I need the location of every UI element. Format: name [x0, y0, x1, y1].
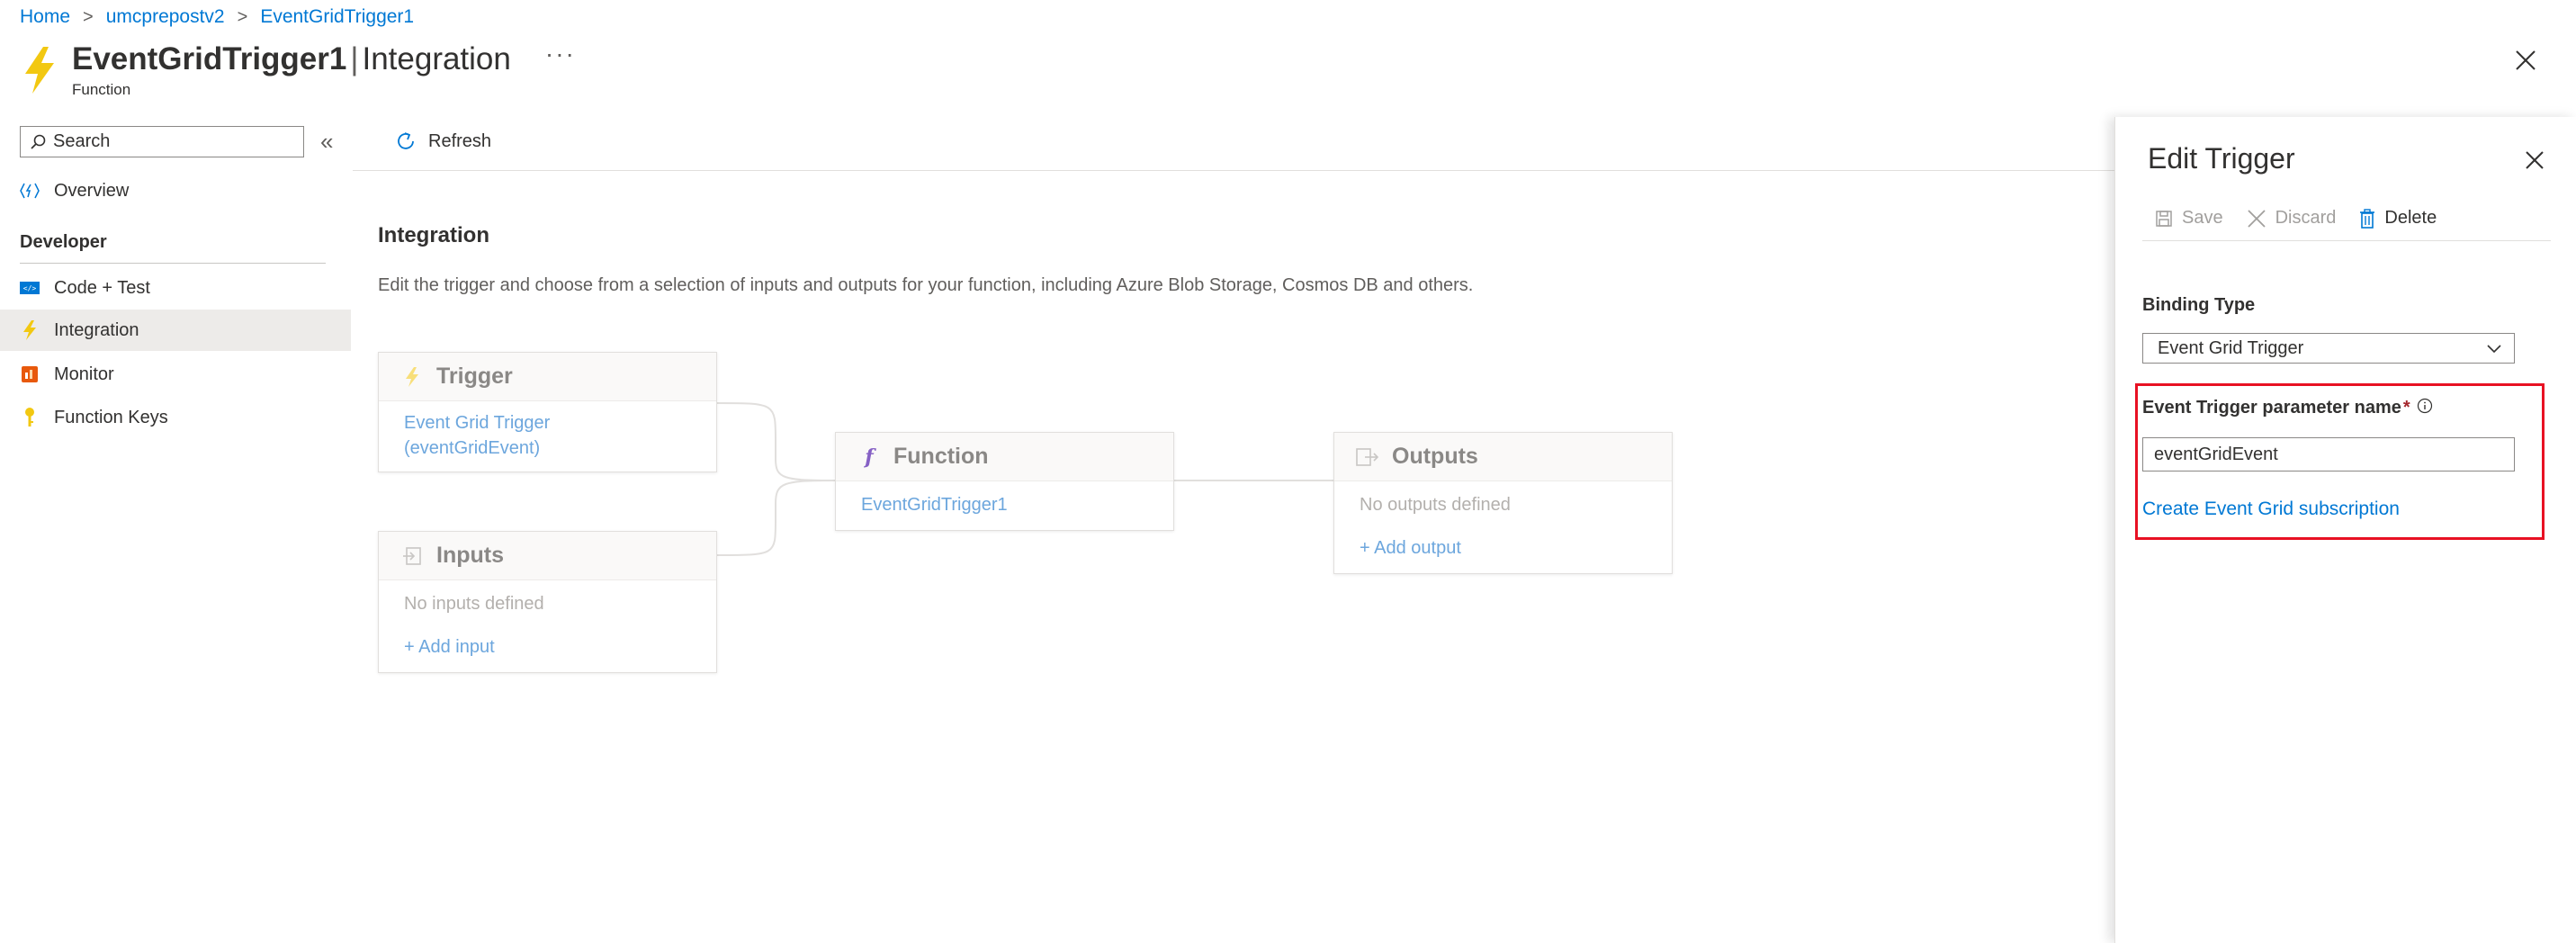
- sidebar-item-overview[interactable]: Overview: [0, 170, 351, 211]
- no-inputs-text: No inputs defined: [404, 594, 544, 614]
- close-icon[interactable]: [2514, 49, 2537, 72]
- key-icon: [20, 408, 40, 427]
- function-card-title: Function: [893, 444, 989, 469]
- collapse-sidebar-button[interactable]: «: [320, 130, 333, 153]
- sidebar-divider: [20, 263, 326, 264]
- refresh-icon: [398, 132, 414, 149]
- code-icon: </>: [20, 278, 40, 298]
- sidebar-item-label: Code + Test: [54, 277, 150, 298]
- search-icon: [31, 134, 46, 149]
- lightning-icon: [400, 365, 424, 389]
- discard-label: Discard: [2275, 208, 2337, 228]
- breadcrumb-separator: >: [237, 6, 248, 27]
- section-description: Edit the trigger and choose from a selec…: [378, 275, 1474, 295]
- search-placeholder: Search: [53, 131, 111, 151]
- outputs-card-title: Outputs: [1392, 444, 1478, 469]
- discard-icon: [2247, 209, 2266, 228]
- input-icon: [400, 544, 424, 568]
- delete-label: Delete: [2384, 208, 2437, 228]
- trigger-card-title: Trigger: [436, 364, 513, 389]
- binding-type-dropdown[interactable]: Event Grid Trigger: [2142, 333, 2515, 364]
- sidebar-item-function-keys[interactable]: Function Keys: [0, 397, 351, 438]
- lightning-icon: [25, 47, 54, 94]
- save-button[interactable]: Save: [2155, 208, 2223, 229]
- refresh-button[interactable]: Refresh: [394, 130, 491, 153]
- page-name: Integration: [362, 41, 511, 76]
- command-bar: Refresh: [353, 122, 2116, 171]
- binding-type-value: Event Grid Trigger: [2158, 337, 2304, 358]
- inputs-card: Inputs No inputs defined + Add input: [378, 531, 717, 673]
- edit-panel-title: Edit Trigger: [2148, 142, 2295, 175]
- sidebar-search-input[interactable]: Search: [20, 126, 304, 157]
- sidebar-item-label: Function Keys: [54, 407, 168, 427]
- sidebar-section-header: Developer: [20, 232, 107, 252]
- sidebar-item-label: Integration: [54, 319, 139, 340]
- discard-button[interactable]: Discard: [2247, 208, 2337, 229]
- edit-panel-toolbar: Save Discard Delete: [2142, 196, 2551, 241]
- breadcrumb-home-link[interactable]: Home: [20, 6, 70, 28]
- save-label: Save: [2182, 208, 2223, 228]
- sidebar-item-label: Monitor: [54, 364, 114, 384]
- more-options-button[interactable]: ···: [545, 40, 576, 68]
- close-icon[interactable]: [2524, 149, 2545, 171]
- param-name-input[interactable]: eventGridEvent: [2142, 437, 2515, 472]
- trigger-binding-name: Event Grid Trigger: [404, 413, 551, 433]
- outputs-card: Outputs No outputs defined + Add output: [1333, 432, 1673, 574]
- sidebar-item-monitor[interactable]: Monitor: [0, 354, 351, 395]
- breadcrumb-separator: >: [83, 6, 94, 27]
- refresh-label: Refresh: [428, 130, 492, 151]
- function-card: f Function EventGridTrigger1: [835, 432, 1174, 531]
- monitor-icon: [20, 364, 40, 384]
- breadcrumb: Home > umcprepostv2 > EventGridTrigger1: [20, 4, 414, 31]
- binding-type-label: Binding Type: [2142, 295, 2256, 315]
- edit-trigger-panel: Edit Trigger Save Discard Delete Binding…: [2114, 117, 2576, 943]
- add-output-link[interactable]: + Add output: [1360, 535, 1647, 561]
- breadcrumb-function-link[interactable]: EventGridTrigger1: [260, 6, 414, 28]
- svg-text:</>: </>: [23, 284, 37, 292]
- add-input-link[interactable]: + Add input: [404, 634, 691, 660]
- lightning-icon: [20, 320, 40, 340]
- trigger-binding-link[interactable]: Event Grid Trigger (eventGridEvent): [404, 410, 691, 461]
- function-link[interactable]: EventGridTrigger1: [861, 492, 1148, 517]
- create-event-grid-subscription-link[interactable]: Create Event Grid subscription: [2142, 498, 2400, 520]
- trigger-card: Trigger Event Grid Trigger (eventGridEve…: [378, 352, 717, 472]
- required-indicator: *: [2402, 398, 2410, 418]
- info-icon[interactable]: [2417, 398, 2433, 414]
- no-outputs-text: No outputs defined: [1360, 495, 1511, 515]
- page-title: EventGridTrigger1 | Integration: [72, 40, 511, 79]
- page-header: EventGridTrigger1 | Integration Function ·…: [20, 40, 576, 99]
- chevron-down-icon: [2487, 345, 2501, 354]
- trigger-binding-parameter: (eventGridEvent): [404, 438, 541, 458]
- inputs-card-title: Inputs: [436, 543, 504, 568]
- section-title: Integration: [378, 223, 489, 247]
- sidebar-item-code-test[interactable]: </> Code + Test: [0, 267, 351, 309]
- delete-icon: [2360, 208, 2375, 229]
- save-icon: [2156, 210, 2172, 227]
- svg-text:f: f: [863, 446, 876, 468]
- function-icon: f: [857, 445, 881, 469]
- param-name-label: Event Trigger parameter name *: [2142, 398, 2433, 418]
- function-name: EventGridTrigger1: [72, 41, 347, 76]
- delete-button[interactable]: Delete: [2359, 208, 2437, 229]
- param-name-text: Event Trigger parameter name: [2142, 398, 2401, 418]
- page-subtitle: Function: [72, 81, 131, 98]
- breadcrumb-app-link[interactable]: umcprepostv2: [106, 6, 225, 28]
- function-app-icon: [20, 181, 40, 201]
- title-divider: |: [350, 41, 359, 76]
- output-icon: [1356, 445, 1379, 469]
- sidebar-item-label: Overview: [54, 180, 130, 201]
- sidebar-item-integration[interactable]: Integration: [0, 310, 351, 351]
